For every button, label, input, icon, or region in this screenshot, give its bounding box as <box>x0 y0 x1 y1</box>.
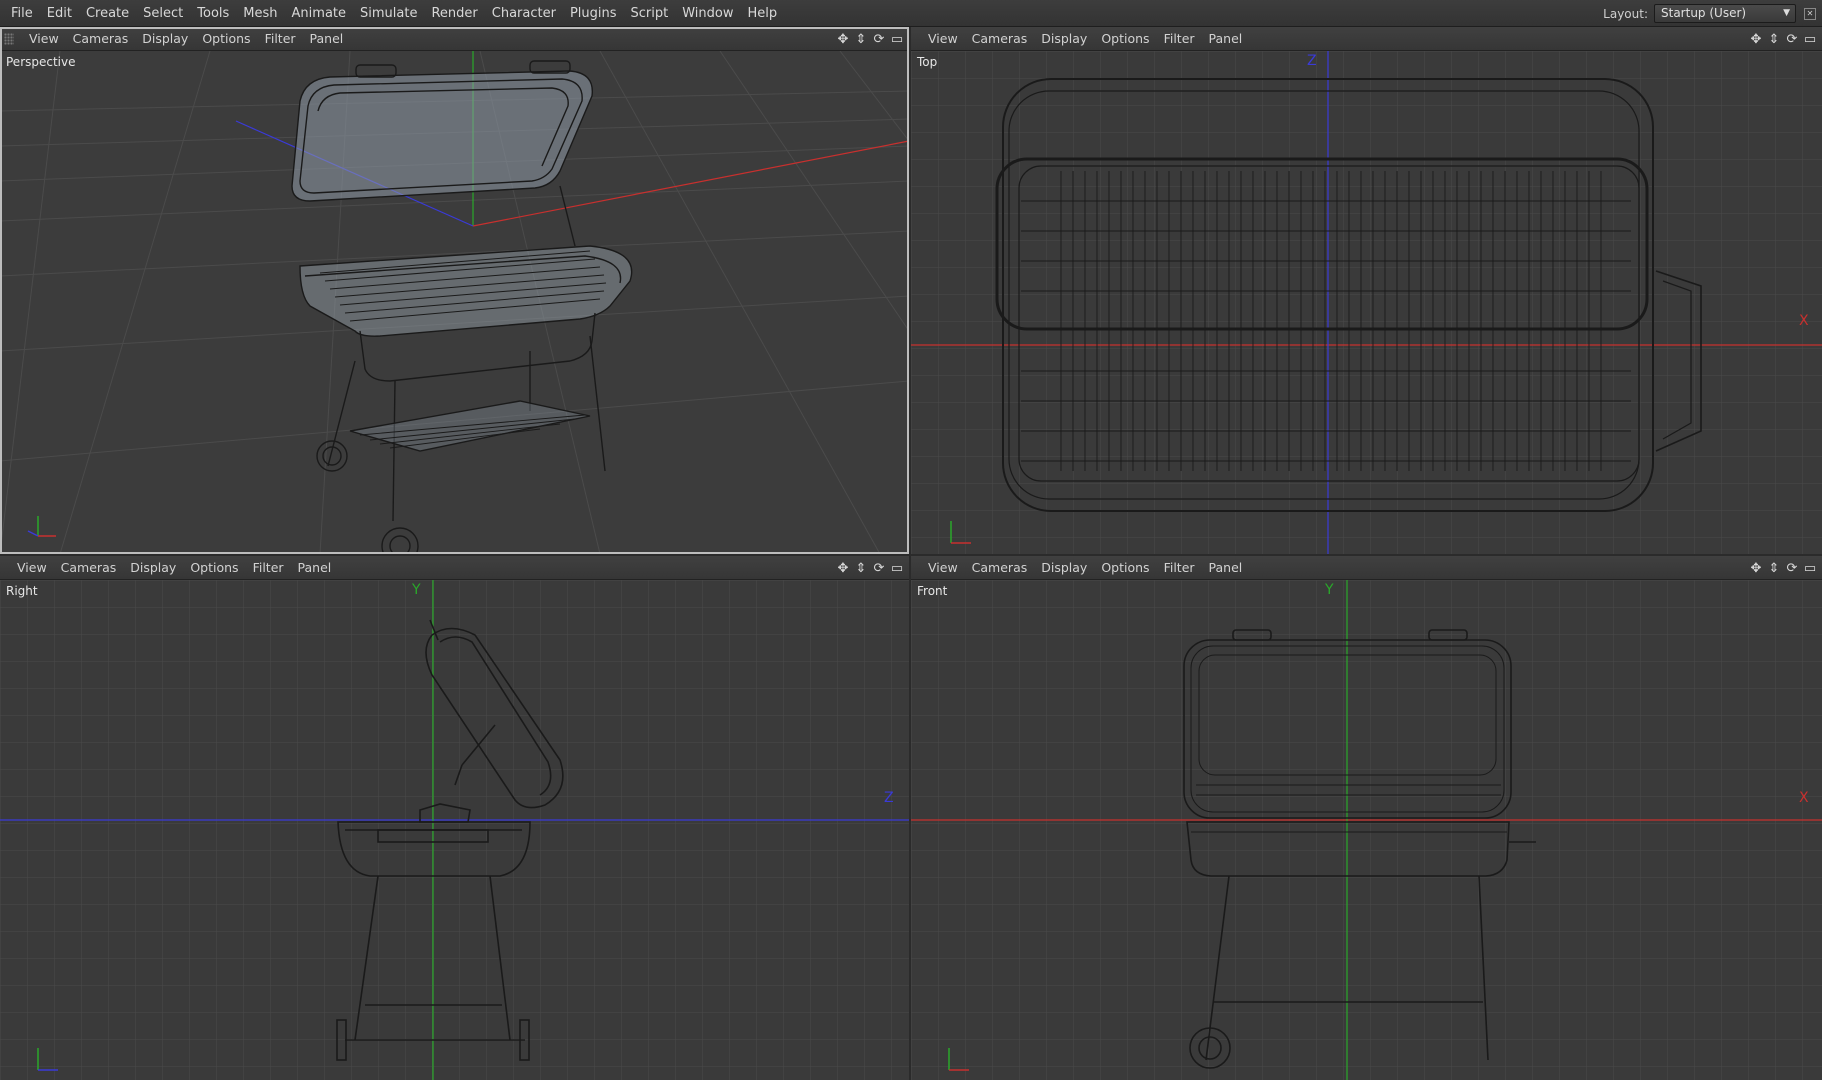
axis-label-horizontal: X <box>1799 313 1809 329</box>
viewport-menu-options[interactable]: Options <box>195 27 257 51</box>
menu-render[interactable]: Render <box>424 0 484 27</box>
move-view-icon[interactable]: ✥ <box>1748 560 1764 576</box>
viewport-toolbar: View Cameras Display Options Filter Pane… <box>911 27 1822 51</box>
menu-mesh[interactable]: Mesh <box>236 0 284 27</box>
viewport-menu-display[interactable]: Display <box>135 27 195 51</box>
viewport-canvas[interactable]: Right Y Z <box>0 580 909 1080</box>
viewport-menu: View Cameras Display Options Filter Pane… <box>921 556 1249 580</box>
viewport-menu-panel[interactable]: Panel <box>291 556 339 580</box>
viewport-toolbar: View Cameras Display Options Filter Pane… <box>911 556 1822 580</box>
zoom-view-icon[interactable]: ⇕ <box>1766 560 1782 576</box>
menu-plugins[interactable]: Plugins <box>563 0 624 27</box>
viewport-name: Right <box>6 584 38 598</box>
toggle-panel-icon[interactable]: ▭ <box>1802 31 1818 47</box>
viewport-menu-display[interactable]: Display <box>1034 27 1094 51</box>
move-view-icon[interactable]: ✥ <box>1748 31 1764 47</box>
zoom-view-icon[interactable]: ⇕ <box>1766 31 1782 47</box>
menu-help[interactable]: Help <box>741 0 785 27</box>
main-menu-bar: File Edit Create Select Tools Mesh Anima… <box>0 0 1822 27</box>
viewport-menu: View Cameras Display Options Filter Pane… <box>10 556 338 580</box>
viewport-right[interactable]: View Cameras Display Options Filter Pane… <box>0 556 909 1080</box>
menu-edit[interactable]: Edit <box>40 0 79 27</box>
zoom-view-icon[interactable]: ⇕ <box>853 31 869 47</box>
viewport-toolbar: View Cameras Display Options Filter Pane… <box>0 27 909 51</box>
viewport-menu: View Cameras Display Options Filter Pane… <box>921 27 1249 51</box>
panel-grip-icon[interactable] <box>4 33 14 45</box>
toggle-panel-icon[interactable]: ▭ <box>1802 560 1818 576</box>
layout-value: Startup (User) <box>1661 6 1747 20</box>
viewport-menu-display[interactable]: Display <box>1034 556 1094 580</box>
layout-area: Layout: Startup (User) ▼ ✕ <box>1603 3 1816 24</box>
rotate-view-icon[interactable]: ⟳ <box>871 560 887 576</box>
zoom-view-icon[interactable]: ⇕ <box>853 560 869 576</box>
viewport-menu-options[interactable]: Options <box>1094 27 1156 51</box>
right-scene <box>0 580 909 1080</box>
viewport-menu-cameras[interactable]: Cameras <box>965 556 1035 580</box>
viewport-menu-panel[interactable]: Panel <box>1202 27 1250 51</box>
menu-create[interactable]: Create <box>79 0 136 27</box>
viewport-name: Perspective <box>6 55 76 69</box>
toggle-panel-icon[interactable]: ▭ <box>889 560 905 576</box>
menu-select[interactable]: Select <box>136 0 190 27</box>
axis-label-vertical: Z <box>1307 53 1317 69</box>
viewport-menu: View Cameras Display Options Filter Pane… <box>22 27 350 51</box>
axis-label-horizontal: X <box>1799 790 1809 806</box>
layout-label: Layout: <box>1603 6 1648 21</box>
viewport-menu-cameras[interactable]: Cameras <box>965 27 1035 51</box>
viewport-name: Front <box>917 584 948 598</box>
menu-animate[interactable]: Animate <box>285 0 353 27</box>
viewport-menu-filter[interactable]: Filter <box>258 27 303 51</box>
rotate-view-icon[interactable]: ⟳ <box>1784 560 1800 576</box>
rotate-view-icon[interactable]: ⟳ <box>1784 31 1800 47</box>
menu-simulate[interactable]: Simulate <box>353 0 424 27</box>
viewport-menu-options[interactable]: Options <box>1094 556 1156 580</box>
close-window-icon[interactable]: ✕ <box>1804 7 1816 20</box>
menu-file[interactable]: File <box>4 0 40 27</box>
viewport-menu-display[interactable]: Display <box>123 556 183 580</box>
move-view-icon[interactable]: ✥ <box>835 560 851 576</box>
menu-character[interactable]: Character <box>485 0 563 27</box>
layout-dropdown[interactable]: Startup (User) ▼ <box>1654 4 1796 23</box>
chevron-down-icon: ▼ <box>1783 8 1790 18</box>
viewport-menu-panel[interactable]: Panel <box>303 27 351 51</box>
viewport-nav-icons: ✥ ⇕ ⟳ ▭ <box>833 560 905 576</box>
viewport-perspective[interactable]: View Cameras Display Options Filter Pane… <box>0 27 909 554</box>
viewport-front[interactable]: View Cameras Display Options Filter Pane… <box>911 556 1822 1080</box>
axis-label-horizontal: Z <box>884 790 894 806</box>
axis-label-vertical: Y <box>1325 582 1334 598</box>
top-scene <box>911 51 1822 554</box>
viewport-menu-view[interactable]: View <box>10 556 54 580</box>
viewport-menu-view[interactable]: View <box>22 27 66 51</box>
viewport-top[interactable]: View Cameras Display Options Filter Pane… <box>911 27 1822 554</box>
viewport-canvas[interactable]: Top Z X <box>911 51 1822 554</box>
viewport-menu-cameras[interactable]: Cameras <box>54 556 124 580</box>
viewport-canvas[interactable]: Perspective <box>0 51 909 554</box>
viewport-nav-icons: ✥ ⇕ ⟳ ▭ <box>1746 560 1818 576</box>
viewport-menu-filter[interactable]: Filter <box>1157 556 1202 580</box>
menu-script[interactable]: Script <box>624 0 676 27</box>
viewport-menu-filter[interactable]: Filter <box>246 556 291 580</box>
viewport-nav-icons: ✥ ⇕ ⟳ ▭ <box>833 31 905 47</box>
viewport-toolbar: View Cameras Display Options Filter Pane… <box>0 556 909 580</box>
perspective-scene <box>0 51 909 554</box>
front-scene <box>911 580 1822 1080</box>
window-buttons: ✕ <box>1802 7 1816 20</box>
viewport-name: Top <box>917 55 938 69</box>
toggle-panel-icon[interactable]: ▭ <box>889 31 905 47</box>
viewport-menu-view[interactable]: View <box>921 556 965 580</box>
rotate-view-icon[interactable]: ⟳ <box>871 31 887 47</box>
move-view-icon[interactable]: ✥ <box>835 31 851 47</box>
viewport-menu-cameras[interactable]: Cameras <box>66 27 136 51</box>
axis-label-vertical: Y <box>412 582 421 598</box>
viewport-nav-icons: ✥ ⇕ ⟳ ▭ <box>1746 31 1818 47</box>
menu-window[interactable]: Window <box>675 0 740 27</box>
viewport-menu-panel[interactable]: Panel <box>1202 556 1250 580</box>
main-menu: File Edit Create Select Tools Mesh Anima… <box>4 0 784 27</box>
viewport-menu-filter[interactable]: Filter <box>1157 27 1202 51</box>
viewport-canvas[interactable]: Front Y X <box>911 580 1822 1080</box>
viewport-menu-options[interactable]: Options <box>183 556 245 580</box>
viewport-menu-view[interactable]: View <box>921 27 965 51</box>
menu-tools[interactable]: Tools <box>190 0 236 27</box>
